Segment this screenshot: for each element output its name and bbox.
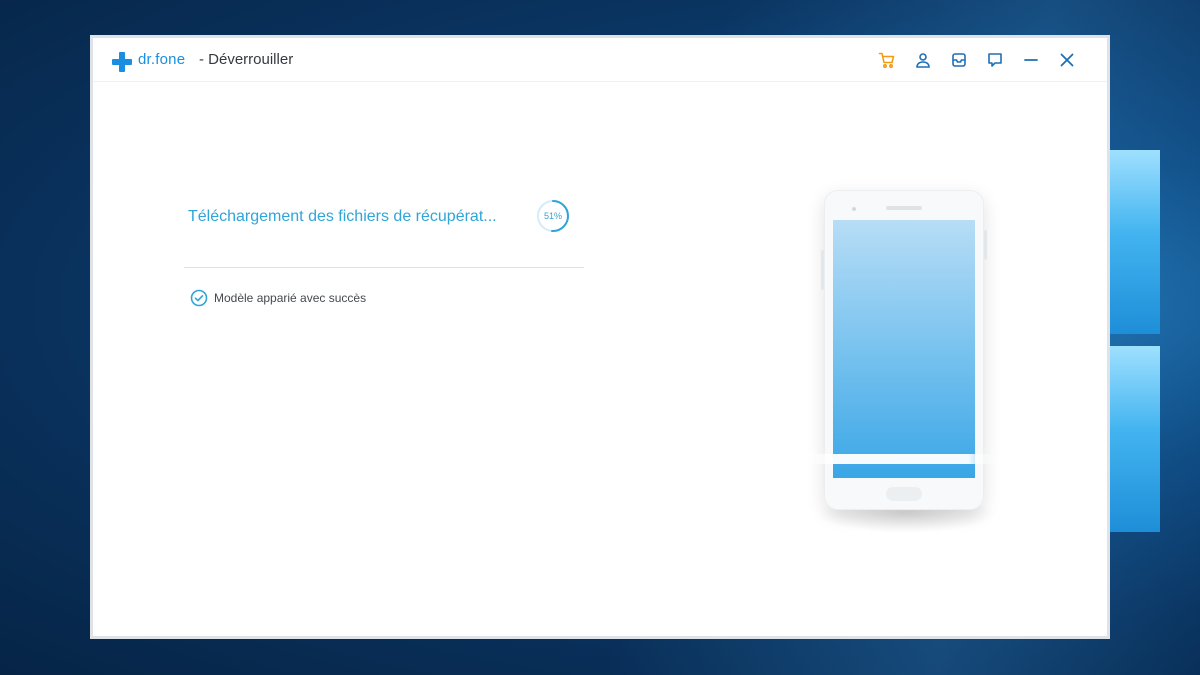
- drfone-logo-icon: [112, 52, 132, 72]
- user-icon[interactable]: [911, 48, 935, 72]
- cart-icon[interactable]: [875, 48, 899, 72]
- feedback-icon[interactable]: [983, 48, 1007, 72]
- phone-camera: [852, 207, 856, 211]
- progress-percent: 51%: [543, 211, 562, 221]
- minimize-icon[interactable]: [1019, 48, 1043, 72]
- title-bar: dr.fone - Déverrouiller: [93, 38, 1107, 82]
- window-title: - Déverrouiller: [199, 51, 294, 68]
- windows-logo: [1108, 140, 1160, 532]
- divider: [184, 267, 584, 268]
- close-icon[interactable]: [1055, 48, 1079, 72]
- scan-line: [802, 454, 998, 464]
- title-bar-actions: [875, 48, 1079, 72]
- phone-illustration: [802, 190, 998, 510]
- check-circle-icon: [190, 289, 208, 307]
- phone-screen: [833, 220, 975, 478]
- inbox-icon[interactable]: [947, 48, 971, 72]
- phone-speaker: [886, 206, 922, 210]
- phone-home-button: [886, 487, 922, 501]
- status-message: Modèle apparié avec succès: [214, 291, 367, 305]
- download-progress-text: Téléchargement des fichiers de récupérat…: [188, 208, 497, 225]
- brand-name: dr.fone: [138, 51, 186, 68]
- status-row: Modèle apparié avec succès: [190, 289, 366, 307]
- app-window: dr.fone - Déverrouiller Téléchargement d…: [90, 35, 1110, 639]
